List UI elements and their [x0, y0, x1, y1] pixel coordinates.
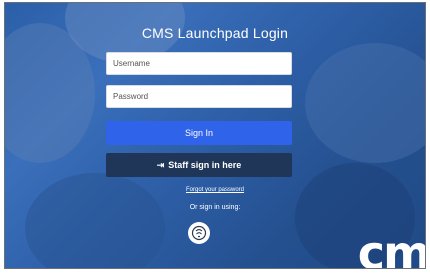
password-input[interactable] — [107, 86, 291, 107]
sign-in-button[interactable]: Sign In — [106, 121, 292, 145]
badge-scan-icon — [191, 225, 207, 241]
login-title: CMS Launchpad Login — [141, 25, 289, 41]
login-page: CMS Launchpad Login Sign In ⇥ Staff sign… — [4, 2, 426, 269]
staff-sign-in-label: Staff sign in here — [168, 160, 242, 170]
password-field-wrapper — [106, 85, 292, 108]
username-field-wrapper — [106, 52, 292, 75]
sign-in-label: Sign In — [184, 128, 214, 138]
username-input[interactable] — [107, 53, 291, 74]
or-sign-in-text: Or sign in using: — [189, 204, 241, 211]
badge-scan-button[interactable] — [188, 222, 210, 244]
forgot-password-link[interactable]: Forgot your password — [5, 187, 425, 193]
brand-logo: cm — [357, 226, 426, 269]
sign-in-arrow-icon: ⇥ — [156, 159, 165, 170]
staff-sign-in-button[interactable]: ⇥ Staff sign in here — [106, 153, 292, 177]
